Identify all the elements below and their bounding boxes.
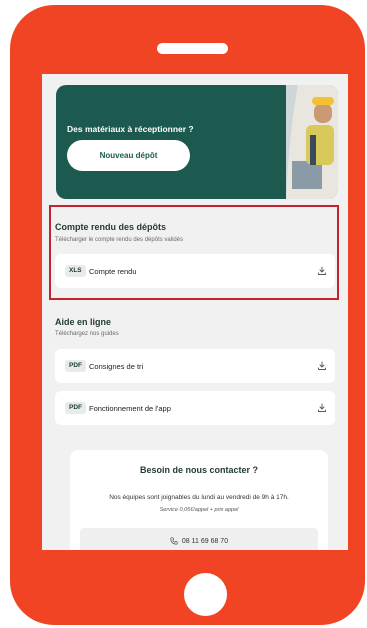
help-subtitle: Téléchargez nos guides bbox=[55, 331, 119, 337]
download-icon[interactable] bbox=[317, 403, 327, 413]
contact-hours: Nos équipes sont joignables du lundi au … bbox=[109, 494, 289, 501]
contact-title: Besoin de nous contacter ? bbox=[139, 465, 259, 475]
guide-app-label: Fonctionnement de l'app bbox=[89, 404, 171, 413]
pdf-badge: PDF bbox=[65, 402, 86, 414]
call-button[interactable]: 08 11 69 68 70 bbox=[80, 528, 318, 550]
phone-speaker bbox=[157, 43, 228, 54]
worker-photo bbox=[286, 85, 338, 199]
download-icon[interactable] bbox=[317, 361, 327, 371]
guide-sorting-card[interactable]: PDF Consignes de tri bbox=[55, 349, 335, 383]
phone-home-button[interactable] bbox=[184, 573, 227, 616]
phone-icon bbox=[170, 537, 178, 545]
highlight-frame bbox=[49, 205, 339, 300]
contact-pricing-note: Service 0,05€/appel + prix appel bbox=[159, 507, 239, 513]
pdf-badge: PDF bbox=[65, 360, 86, 372]
app-screen: Des matériaux à réceptionner ? Nouveau d… bbox=[42, 74, 348, 550]
phone-number: 08 11 69 68 70 bbox=[181, 537, 229, 545]
contact-card: Besoin de nous contacter ? Nos équipes s… bbox=[70, 450, 328, 550]
guide-app-card[interactable]: PDF Fonctionnement de l'app bbox=[55, 391, 335, 425]
help-title: Aide en ligne bbox=[55, 317, 112, 327]
hero-title: Des matériaux à réceptionner ? bbox=[67, 124, 194, 134]
new-deposit-button[interactable]: Nouveau dépôt bbox=[67, 140, 190, 171]
guide-sorting-label: Consignes de tri bbox=[89, 362, 144, 371]
hero-banner: Des matériaux à réceptionner ? Nouveau d… bbox=[56, 85, 338, 199]
